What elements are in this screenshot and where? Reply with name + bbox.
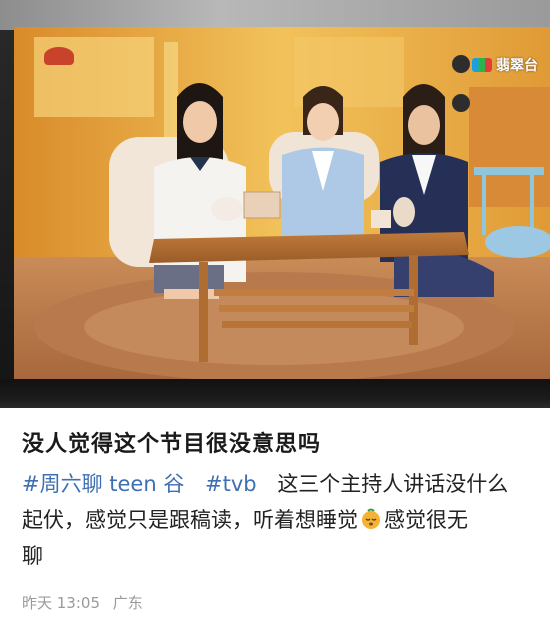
post-date: 昨天 13:05 bbox=[22, 594, 100, 612]
teapot bbox=[211, 197, 243, 221]
post-text-segment: 感觉很无 bbox=[384, 508, 468, 532]
tv-screen: 翡翠台 bbox=[14, 27, 550, 379]
blue-cushion bbox=[485, 226, 550, 258]
post-body: #周六聊 teen 谷 #tvb 这三个主持人讲话没什么 起伏，感觉只是跟稿读，… bbox=[22, 466, 522, 574]
tissue-box bbox=[243, 191, 281, 219]
sleepy-orange-face-icon bbox=[362, 508, 380, 529]
vase bbox=[393, 197, 415, 227]
post-card: 没人觉得这个节目很没意思吗 #周六聊 teen 谷 #tvb 这三个主持人讲话没… bbox=[0, 408, 550, 640]
studio-lamp-icon bbox=[44, 47, 74, 65]
post-title[interactable]: 没人觉得这个节目很没意思吗 bbox=[22, 426, 321, 458]
post-location: 广东 bbox=[112, 594, 143, 612]
post-text-segment: 这三个主持人讲话没什么 bbox=[277, 472, 509, 496]
cup bbox=[371, 210, 391, 228]
tv-bezel bbox=[0, 379, 550, 408]
tag-link[interactable]: #tvb bbox=[205, 472, 257, 496]
post-text-segment: 起伏，感觉只是跟稿读，听着想睡觉 bbox=[22, 508, 358, 532]
tvb-logo-icon bbox=[472, 58, 492, 72]
post-meta: 昨天 13:05 广东 bbox=[22, 592, 143, 613]
speaker-bottom bbox=[452, 94, 470, 112]
speaker-top bbox=[452, 55, 470, 73]
wall-panel-right bbox=[469, 87, 550, 207]
tv-photo[interactable]: 翡翠台 bbox=[0, 0, 550, 408]
channel-name: 翡翠台 bbox=[496, 58, 538, 74]
post-text-segment: 聊 bbox=[22, 544, 43, 568]
channel-logo: 翡翠台 bbox=[472, 55, 538, 75]
side-table bbox=[474, 167, 544, 175]
tag-link[interactable]: #周六聊 teen 谷 bbox=[22, 472, 184, 496]
studio-scene bbox=[14, 27, 550, 379]
